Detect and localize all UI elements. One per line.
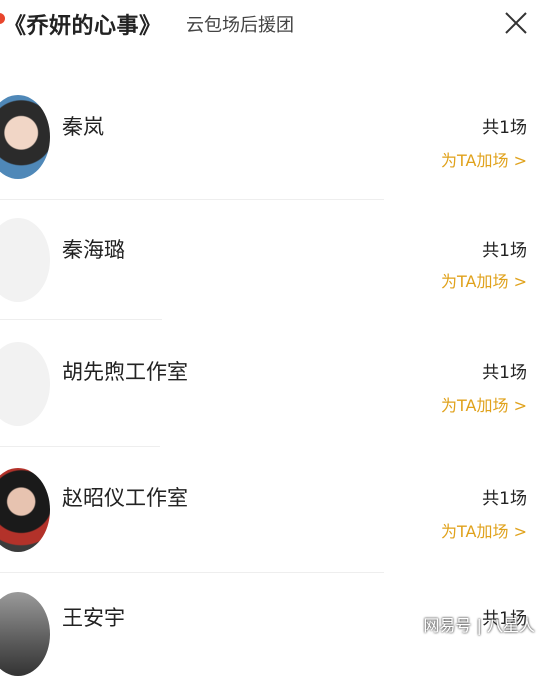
add-session-link[interactable]: 为TA加场 > (441, 518, 527, 542)
divider (0, 572, 384, 573)
watermark: 网易号 | 八星人 (423, 616, 535, 635)
session-count: 共1场 (482, 489, 527, 509)
header: 《乔妍的心事》 云包场后援团 (0, 0, 547, 46)
supporter-name: 赵昭仪工作室 (62, 486, 188, 510)
divider (0, 319, 162, 320)
list-item[interactable]: 胡先煦工作室 共1场 为TA加场 > (0, 340, 547, 462)
add-session-link[interactable]: 为TA加场 > (441, 268, 527, 292)
session-count: 共1场 (482, 241, 527, 261)
avatar (0, 468, 50, 552)
supporter-name: 王安宇 (62, 606, 125, 630)
close-icon[interactable] (503, 10, 529, 36)
avatar (0, 592, 50, 676)
avatar (0, 95, 50, 179)
divider (0, 199, 384, 200)
add-session-link[interactable]: 为TA加场 > (441, 147, 527, 171)
avatar (0, 218, 50, 302)
list-item[interactable]: 赵昭仪工作室 共1场 为TA加场 > (0, 466, 547, 588)
session-count: 共1场 (482, 363, 527, 383)
list-item[interactable]: 秦岚 共1场 为TA加场 > (0, 93, 547, 215)
supporter-name: 秦海璐 (62, 238, 125, 262)
session-count: 共1场 (482, 118, 527, 138)
page-subtitle: 云包场后援团 (186, 15, 294, 36)
supporter-name: 秦岚 (62, 115, 104, 139)
divider (0, 446, 160, 447)
avatar (0, 342, 50, 426)
supporter-name: 胡先煦工作室 (62, 360, 188, 384)
add-session-link[interactable]: 为TA加场 > (441, 392, 527, 416)
page-title: 《乔妍的心事》 (4, 14, 162, 39)
